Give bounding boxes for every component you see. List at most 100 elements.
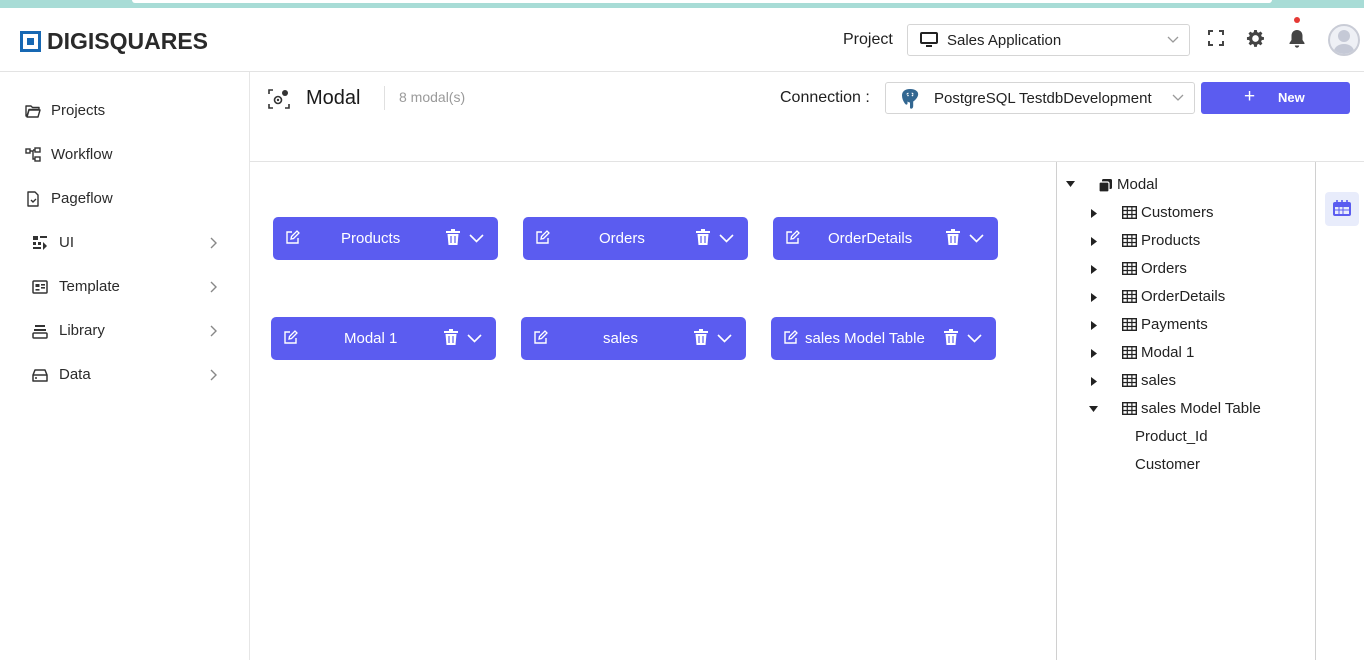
gear-icon[interactable]: [1246, 29, 1265, 48]
table-icon: [1122, 374, 1137, 387]
avatar[interactable]: [1328, 24, 1360, 56]
tree-node[interactable]: OrderDetails: [1057, 283, 1315, 311]
logo-text: DIGISQUARES: [47, 28, 209, 54]
edit-icon[interactable]: [783, 330, 798, 345]
tree-node-label: Modal: [1117, 176, 1158, 193]
model-card-sales[interactable]: sales: [521, 317, 746, 360]
sidebar-item-label: UI: [59, 234, 74, 251]
trash-icon[interactable]: [694, 329, 708, 346]
tree-root-modal[interactable]: Modal: [1057, 171, 1315, 199]
data-icon: [32, 369, 48, 382]
postgresql-icon: [902, 89, 919, 109]
sidebar-item-label: Workflow: [51, 146, 113, 163]
tree-node[interactable]: Orders: [1057, 255, 1315, 283]
library-icon: [32, 325, 48, 339]
sidebar: Projects Workflow Pageflow UI Template L…: [0, 72, 250, 660]
table-icon: [1122, 318, 1137, 331]
chevron-down-icon[interactable]: [467, 331, 482, 345]
caret-right-icon[interactable]: [1091, 293, 1097, 302]
tree-node[interactable]: Customers: [1057, 199, 1315, 227]
table-icon: [1122, 206, 1137, 219]
trash-icon[interactable]: [446, 229, 460, 246]
sidebar-item-label: Data: [59, 366, 91, 383]
chevron-down-icon[interactable]: [717, 331, 732, 345]
chevron-right-icon: [210, 325, 217, 337]
table-icon: [1122, 346, 1137, 359]
caret-down-icon[interactable]: [1089, 406, 1098, 412]
sidebar-item-label: Library: [59, 322, 105, 339]
tree-field-label: Customer: [1135, 456, 1201, 473]
caret-right-icon[interactable]: [1091, 349, 1097, 358]
new-button-label: New: [1278, 90, 1305, 105]
template-icon: [32, 280, 48, 294]
tree-node-label: Orders: [1141, 260, 1187, 277]
chevron-down-icon[interactable]: [969, 231, 984, 245]
tree-node[interactable]: sales Model Table: [1057, 395, 1315, 423]
modal-count: 8 modal(s): [399, 89, 466, 105]
connection-select[interactable]: PostgreSQL TestdbDevelopment: [885, 82, 1195, 114]
model-card-orderdetails[interactable]: OrderDetails: [773, 217, 998, 260]
table-icon: [1122, 234, 1137, 247]
model-card-name: sales: [603, 330, 639, 347]
trash-icon[interactable]: [946, 229, 960, 246]
caret-right-icon[interactable]: [1091, 209, 1097, 218]
sidebar-item-projects[interactable]: Projects: [0, 91, 250, 131]
caret-right-icon[interactable]: [1091, 321, 1097, 330]
chevron-down-icon[interactable]: [719, 231, 734, 245]
caret-right-icon[interactable]: [1091, 265, 1097, 274]
tree-field[interactable]: Customer: [1057, 451, 1315, 479]
edit-icon[interactable]: [535, 230, 550, 245]
sidebar-item-template[interactable]: Template: [0, 267, 250, 307]
sidebar-item-label: Pageflow: [51, 190, 113, 207]
model-tree-panel: Modal Customers Products Orders OrderDet…: [1056, 162, 1316, 660]
edit-icon[interactable]: [283, 330, 298, 345]
edit-icon[interactable]: [533, 330, 548, 345]
caret-right-icon[interactable]: [1091, 237, 1097, 246]
model-card-modal-1[interactable]: Modal 1: [271, 317, 496, 360]
sidebar-item-ui[interactable]: UI: [0, 223, 250, 263]
chevron-down-icon[interactable]: [469, 231, 484, 245]
model-card-name: sales Model Table: [805, 330, 925, 347]
tree-node[interactable]: Products: [1057, 227, 1315, 255]
tree-node-label: Customers: [1141, 204, 1214, 221]
table-icon: [1122, 402, 1137, 415]
sidebar-item-pageflow[interactable]: Pageflow: [0, 179, 250, 219]
tree-node-label: Modal 1: [1141, 344, 1195, 361]
modal-page-icon: [268, 89, 290, 109]
sidebar-item-library[interactable]: Library: [0, 311, 250, 351]
fullscreen-icon[interactable]: [1208, 30, 1224, 46]
tree-field[interactable]: Product_Id: [1057, 423, 1315, 451]
chevron-down-icon: [1172, 94, 1184, 101]
edit-icon[interactable]: [285, 230, 300, 245]
model-card-name: Orders: [599, 230, 645, 247]
sidebar-item-workflow[interactable]: Workflow: [0, 135, 250, 175]
sidebar-item-data[interactable]: Data: [0, 355, 250, 395]
pageflow-icon: [27, 191, 39, 207]
chevron-right-icon: [210, 237, 217, 249]
tree-node[interactable]: Payments: [1057, 311, 1315, 339]
caret-right-icon[interactable]: [1091, 377, 1097, 386]
trash-icon[interactable]: [944, 329, 958, 346]
model-card-orders[interactable]: Orders: [523, 217, 748, 260]
project-select-value: Sales Application: [947, 31, 1062, 49]
edit-icon[interactable]: [785, 230, 800, 245]
project-select[interactable]: Sales Application: [907, 24, 1190, 56]
calendar-icon: [1333, 200, 1351, 216]
new-button[interactable]: + New: [1201, 82, 1350, 114]
chevron-right-icon: [210, 369, 217, 381]
workflow-icon: [25, 147, 41, 162]
chevron-down-icon[interactable]: [967, 331, 982, 345]
tree-node[interactable]: sales: [1057, 367, 1315, 395]
app-logo[interactable]: DIGISQUARES: [20, 28, 208, 55]
tree-node[interactable]: Modal 1: [1057, 339, 1315, 367]
model-card-products[interactable]: Products: [273, 217, 498, 260]
bell-icon[interactable]: [1288, 29, 1306, 49]
model-card-sales-model-table[interactable]: sales Model Table: [771, 317, 996, 360]
sidebar-item-label: Template: [59, 278, 120, 295]
trash-icon[interactable]: [444, 329, 458, 346]
caret-down-icon[interactable]: [1066, 181, 1075, 187]
title-divider: [384, 86, 385, 110]
side-panel-toggle[interactable]: [1325, 192, 1359, 226]
trash-icon[interactable]: [696, 229, 710, 246]
model-card-name: Products: [341, 230, 401, 247]
